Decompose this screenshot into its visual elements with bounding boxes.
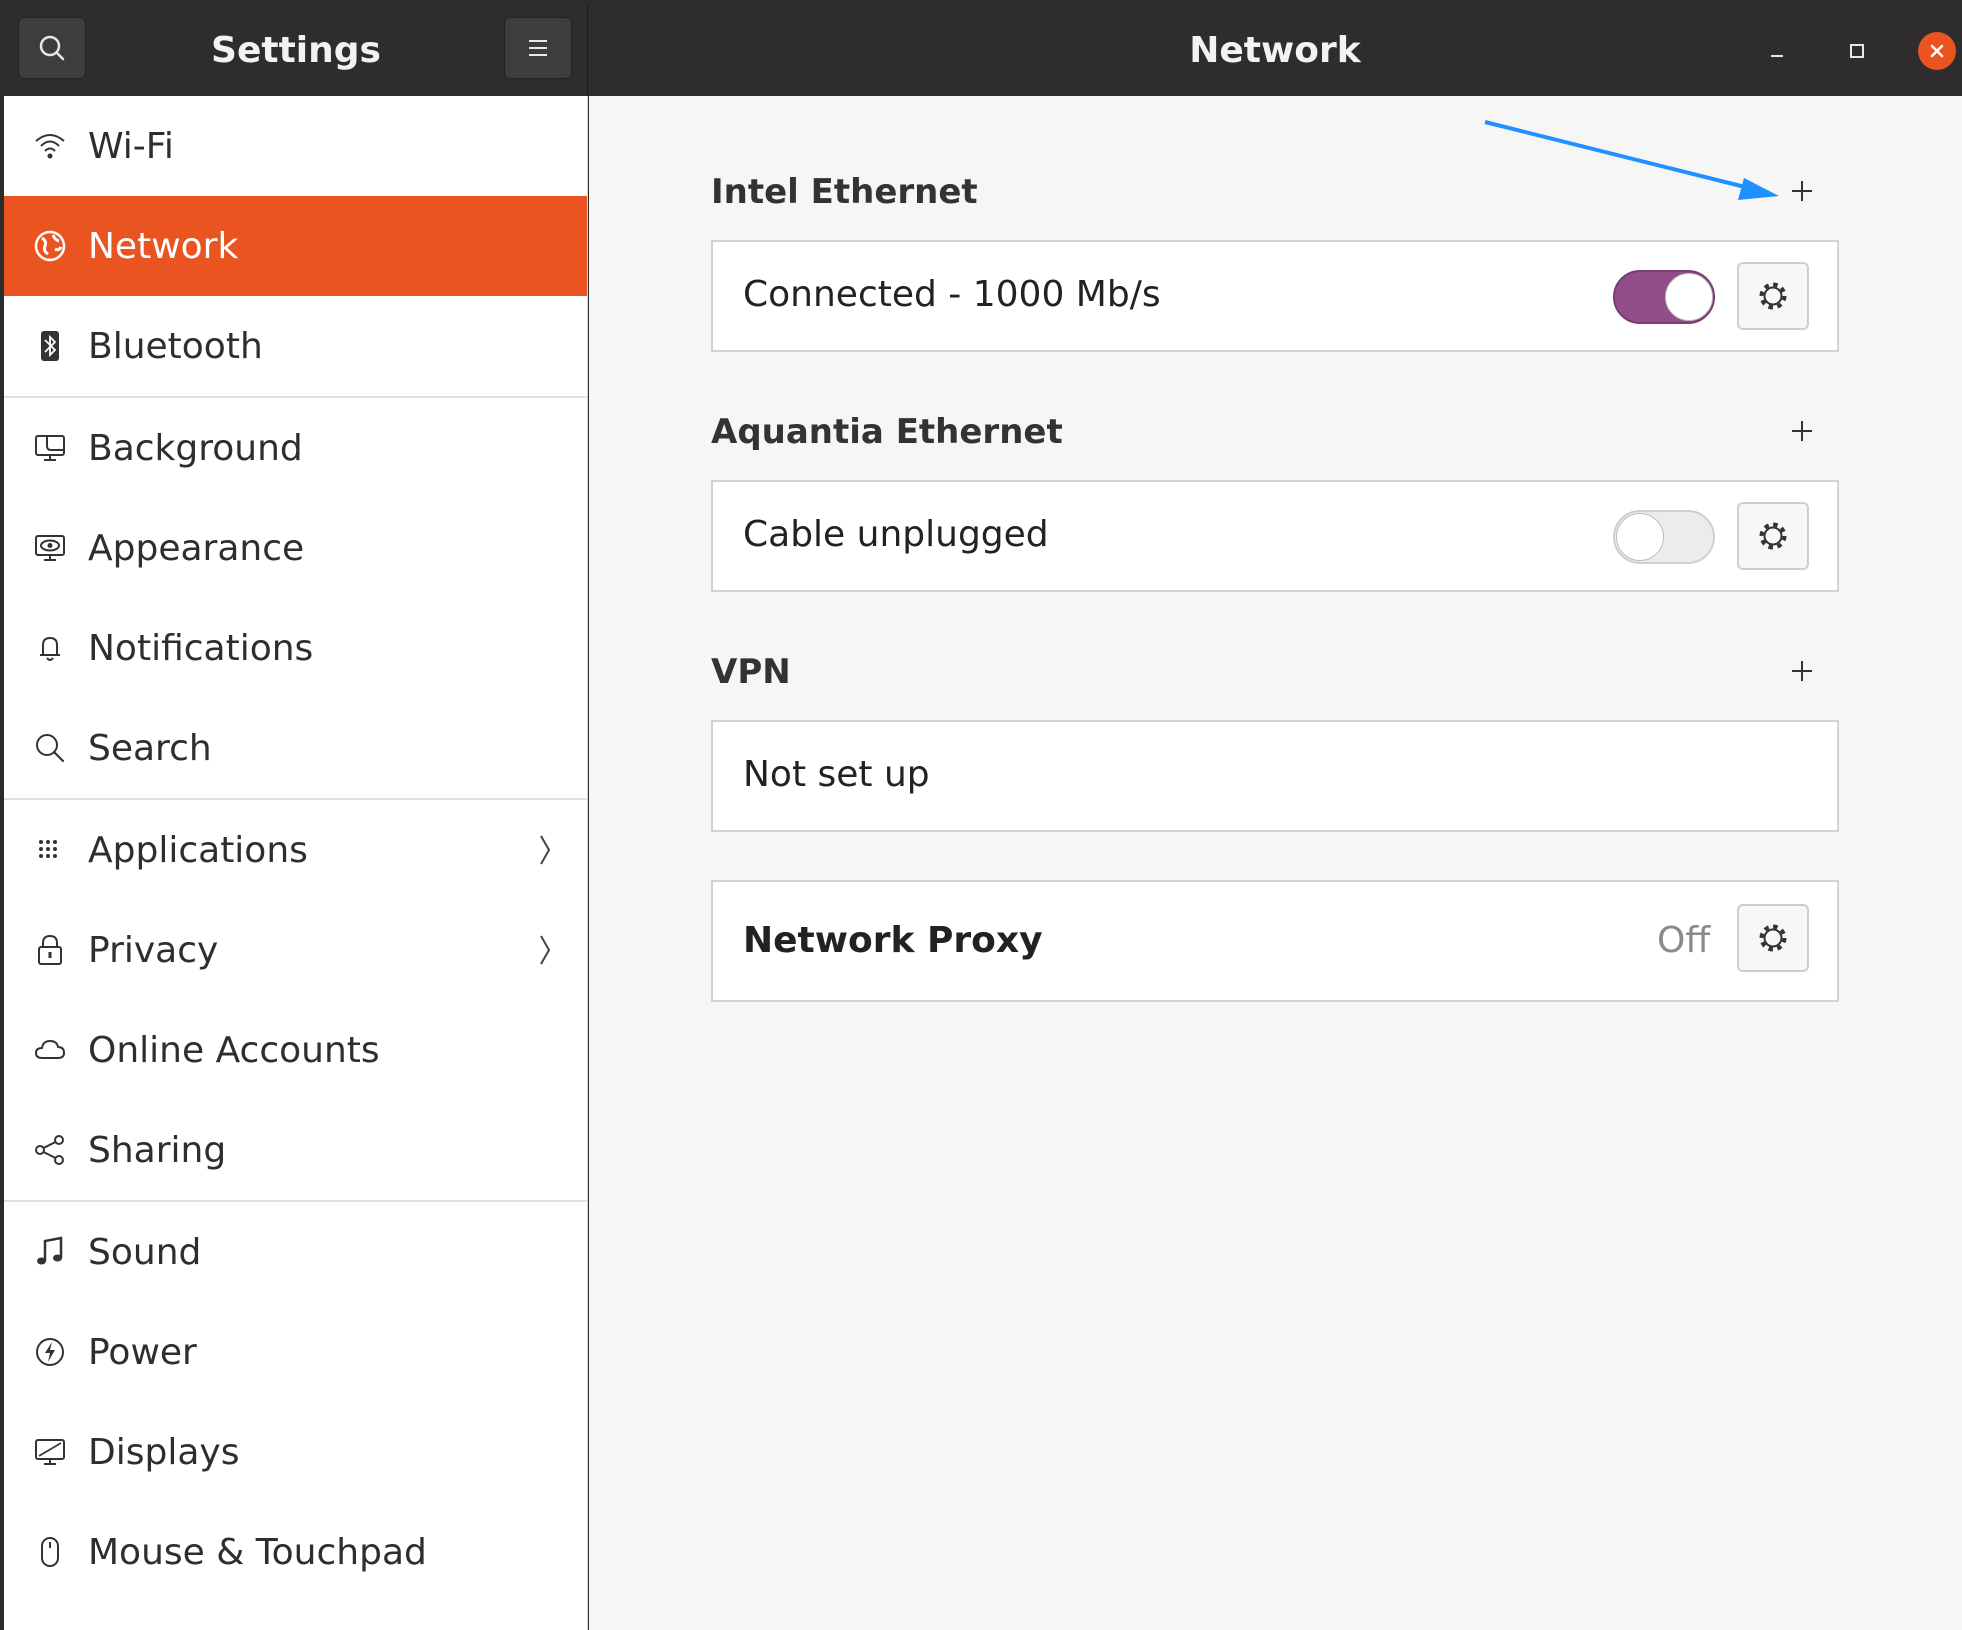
vpn-title: VPN: [711, 652, 791, 692]
minimize-icon: [1771, 55, 1783, 57]
sidebar-item-applications[interactable]: Applications: [4, 800, 587, 900]
sidebar-item-label: Privacy: [88, 929, 219, 971]
mouse-icon: [30, 1532, 70, 1572]
wifi-icon: [30, 126, 70, 166]
sidebar-item-mouse-touchpad[interactable]: Mouse & Touchpad: [4, 1502, 587, 1602]
sidebar-item-label: Search: [88, 727, 212, 769]
sidebar-item-label: Displays: [88, 1431, 240, 1473]
add-vpn-button[interactable]: [1781, 650, 1823, 692]
sidebar-item-notifications[interactable]: Notifications: [4, 598, 587, 698]
plus-icon: [1792, 421, 1812, 441]
maximize-icon: [1850, 44, 1864, 58]
sidebar-item-label: Applications: [88, 829, 308, 871]
close-icon: [1930, 44, 1944, 58]
sidebar-item-label: Bluetooth: [88, 325, 263, 367]
sidebar-item-sound[interactable]: Sound: [4, 1202, 587, 1302]
sidebar-item-label: Network: [88, 225, 239, 267]
aquantia-ethernet-title: Aquantia Ethernet: [711, 412, 1063, 452]
music-note-icon: [30, 1232, 70, 1272]
chevron-right-icon: [533, 930, 557, 970]
aquantia-ethernet-toggle[interactable]: [1613, 510, 1715, 564]
sidebar-item-appearance[interactable]: Appearance: [4, 498, 587, 598]
sidebar-item-label: Appearance: [88, 527, 305, 569]
sidebar-item-power[interactable]: Power: [4, 1302, 587, 1402]
sidebar-item-network[interactable]: Network: [4, 196, 587, 296]
annotation-arrow-icon: [1484, 120, 1779, 200]
sidebar-header: Settings: [4, 4, 588, 96]
network-proxy-settings-button[interactable]: [1737, 904, 1809, 972]
sidebar-item-sharing[interactable]: Sharing: [4, 1100, 587, 1200]
apps-grid-icon: [30, 830, 70, 870]
content-header: Network: [588, 4, 1962, 96]
minimize-button[interactable]: [1758, 32, 1796, 70]
sidebar-item-bluetooth[interactable]: Bluetooth: [4, 296, 587, 396]
hamburger-icon: [529, 40, 547, 56]
header-bar: Settings Network: [4, 4, 1962, 96]
sidebar-item-label: Notifications: [88, 627, 314, 669]
network-proxy-label: Network Proxy: [743, 920, 1043, 961]
bluetooth-icon: [30, 326, 70, 366]
network-panel: Intel Ethernet Connected - 1000 Mb/s Aqu…: [589, 96, 1962, 1630]
display-icon: [30, 1432, 70, 1472]
sidebar: Wi-Fi Network Bluetooth Background Appea…: [4, 96, 588, 1630]
network-proxy-row[interactable]: Network Proxy Off: [711, 880, 1839, 1002]
sidebar-item-wifi[interactable]: Wi-Fi: [4, 96, 587, 196]
search-icon: [30, 728, 70, 768]
gear-icon: [1759, 924, 1787, 952]
aquantia-ethernet-row: Cable unplugged: [711, 480, 1839, 592]
aquantia-ethernet-status: Cable unplugged: [743, 514, 1049, 555]
sidebar-item-label: Mouse & Touchpad: [88, 1531, 427, 1573]
lock-icon: [30, 930, 70, 970]
sidebar-item-online-accounts[interactable]: Online Accounts: [4, 1000, 587, 1100]
sidebar-item-displays[interactable]: Displays: [4, 1402, 587, 1502]
cloud-icon: [30, 1030, 70, 1070]
vpn-status: Not set up: [743, 754, 930, 795]
add-aquantia-connection-button[interactable]: [1781, 410, 1823, 452]
menu-button[interactable]: [504, 17, 572, 79]
sidebar-item-label: Sharing: [88, 1129, 227, 1171]
toggle-knob: [1616, 513, 1664, 561]
sidebar-item-privacy[interactable]: Privacy: [4, 900, 587, 1000]
aquantia-ethernet-settings-button[interactable]: [1737, 502, 1809, 570]
background-icon: [30, 428, 70, 468]
sidebar-item-label: Wi-Fi: [88, 125, 174, 167]
vpn-row: Not set up: [711, 720, 1839, 832]
network-icon: [30, 226, 70, 266]
plus-icon: [1792, 661, 1812, 681]
sidebar-item-search[interactable]: Search: [4, 698, 587, 798]
maximize-button[interactable]: [1838, 32, 1876, 70]
power-icon: [30, 1332, 70, 1372]
sidebar-title: Settings: [211, 29, 381, 71]
sidebar-item-label: Online Accounts: [88, 1029, 380, 1071]
gear-icon: [1759, 522, 1787, 550]
sidebar-item-label: Power: [88, 1331, 197, 1373]
sidebar-item-label: Sound: [88, 1231, 202, 1273]
share-icon: [30, 1130, 70, 1170]
sidebar-item-background[interactable]: Background: [4, 398, 587, 498]
appearance-icon: [30, 528, 70, 568]
close-button[interactable]: [1918, 32, 1956, 70]
page-title: Network: [1189, 29, 1361, 71]
network-proxy-status: Off: [1657, 920, 1711, 961]
chevron-right-icon: [533, 830, 557, 870]
bell-icon: [30, 628, 70, 668]
sidebar-item-label: Background: [88, 427, 303, 469]
